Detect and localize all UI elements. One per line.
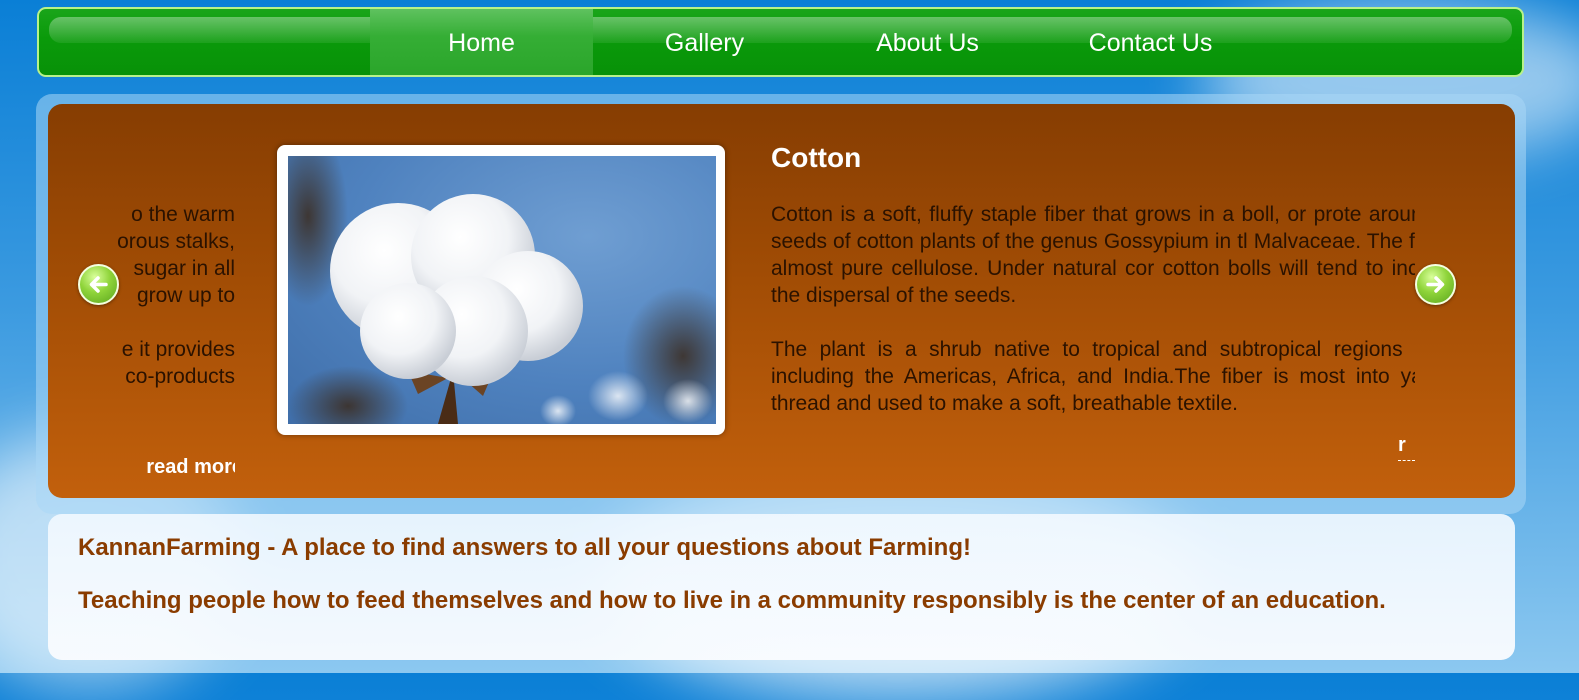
- slide-title: Cotton: [771, 142, 862, 173]
- previous-slide-button[interactable]: [78, 264, 119, 305]
- nav-item-contact-us[interactable]: Contact Us: [1039, 9, 1262, 75]
- main-navigation: Home Gallery About Us Contact Us: [37, 7, 1524, 77]
- previous-slide-line: sugar in all: [133, 257, 235, 280]
- previous-slide-line: orous stalks,: [118, 230, 235, 253]
- nav-item-home[interactable]: Home: [370, 9, 593, 75]
- read-more-label: r: [1398, 434, 1406, 456]
- info-box: KannanFarming - A place to find answers …: [48, 514, 1515, 660]
- previous-slide-line: grow up to: [136, 284, 235, 307]
- previous-slide-line: co-products: [125, 365, 235, 388]
- nav-item-about-us[interactable]: About Us: [816, 9, 1039, 75]
- arrow-right-icon: [1426, 276, 1445, 293]
- slide-image-frame: [277, 145, 725, 435]
- slide-paragraph-1: Cotton is a soft, fluffy staple fiber th…: [771, 203, 1415, 307]
- content-slider: o the warm orous stalks, sugar in all gr…: [48, 104, 1515, 498]
- cotton-image: [288, 156, 716, 424]
- mission-statement: Teaching people how to feed themselves a…: [78, 587, 1386, 614]
- previous-slide-text: o the warm orous stalks, sugar in all gr…: [118, 201, 235, 481]
- site-tagline: KannanFarming - A place to find answers …: [78, 534, 971, 561]
- nav-items: Home Gallery About Us Contact Us: [370, 9, 1262, 75]
- previous-slide-line: e it provides: [121, 338, 235, 361]
- previous-read-more-link[interactable]: read more: [118, 456, 235, 478]
- slide-paragraph-2: The plant is a shrub native to tropical …: [771, 338, 1415, 415]
- cotton-boll-illustration: [288, 156, 716, 424]
- read-more-link[interactable]: r: [1398, 434, 1415, 461]
- nav-item-gallery[interactable]: Gallery: [593, 9, 816, 75]
- slide-description: Cotton is a soft, fluffy staple fiber th…: [771, 201, 1415, 421]
- previous-read-more-label: read more: [146, 456, 235, 478]
- next-slide-button[interactable]: [1415, 264, 1456, 305]
- previous-slide-line: o the warm: [131, 203, 235, 226]
- arrow-left-icon: [89, 276, 108, 293]
